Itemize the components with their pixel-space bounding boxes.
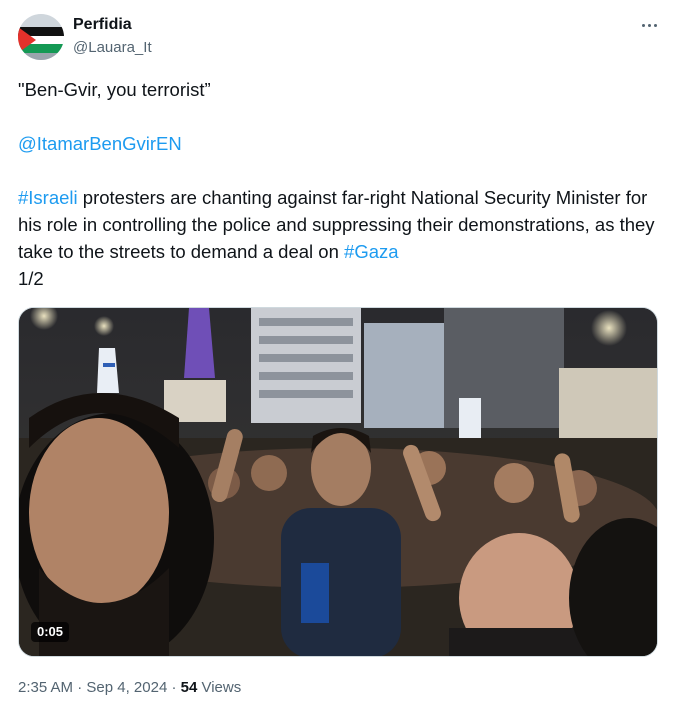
tweet-quote: "Ben-Gvir, you terrorist” (18, 79, 211, 100)
author-name[interactable]: Perfidia (73, 15, 132, 35)
thread-index: 1/2 (18, 268, 44, 289)
more-icon[interactable] (636, 14, 662, 36)
tweet-time[interactable]: 2:35 AM (18, 679, 73, 696)
tweet-body: #Israeli protesters are chanting against… (18, 184, 658, 265)
meta-separator-2: · (167, 679, 181, 696)
meta-separator: · (73, 679, 87, 696)
author-handle[interactable]: @Lauara_It (73, 38, 152, 58)
video-frame (19, 308, 657, 656)
hashtag-gaza-link[interactable]: #Gaza (344, 241, 399, 262)
hashtag-israeli-link[interactable]: #Israeli (18, 187, 78, 208)
video-player[interactable]: 0:05 (18, 307, 658, 657)
views-label: Views (197, 679, 242, 696)
tweet[interactable]: Perfidia @Lauara_It "Ben-Gvir, you terro… (0, 0, 676, 707)
video-duration: 0:05 (31, 622, 70, 642)
tweet-date[interactable]: Sep 4, 2024 (86, 679, 167, 696)
tweet-meta: 2:35 AM · Sep 4, 2024 · 54 Views (18, 678, 241, 698)
views-count[interactable]: 54 (181, 679, 198, 696)
palestinian-flag-icon (18, 14, 64, 60)
avatar[interactable] (18, 14, 64, 60)
tweet-body-text: protesters are chanting against far-righ… (18, 187, 655, 262)
mention-link[interactable]: @ItamarBenGvirEN (18, 133, 182, 154)
tweet-text: "Ben-Gvir, you terrorist” @ItamarBenGvir… (18, 76, 658, 292)
